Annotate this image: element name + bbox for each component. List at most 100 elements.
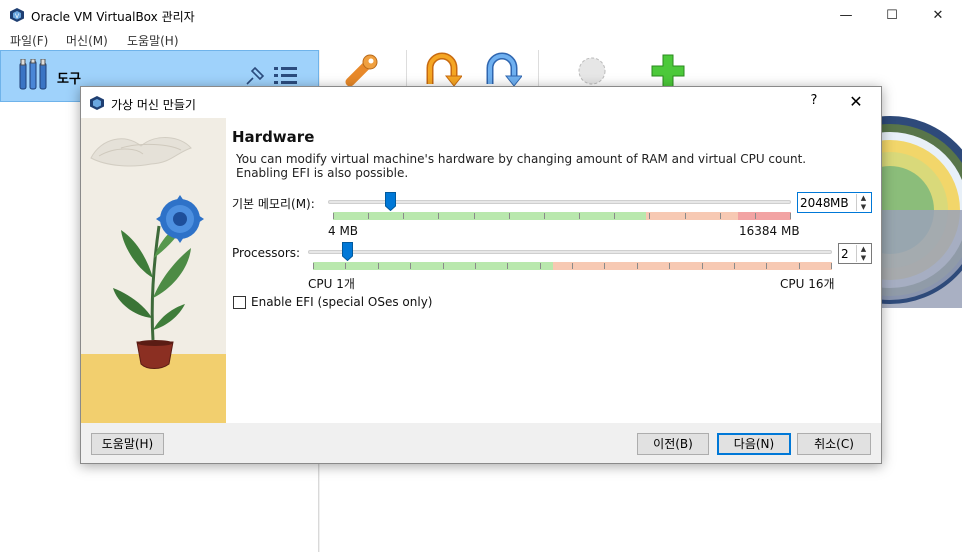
scale-tick [790, 213, 791, 219]
scale-tick [313, 263, 314, 269]
dialog-title: 가상 머신 만들기 [111, 98, 196, 112]
maximize-icon: ☐ [886, 7, 898, 23]
export-icon[interactable] [482, 52, 522, 90]
scale-tick [544, 213, 545, 219]
memory-scale-safe [333, 212, 646, 220]
scale-tick [378, 263, 379, 269]
memory-scale [333, 212, 791, 220]
memory-unit: MB [830, 196, 849, 210]
menu-file[interactable]: 파일(F) [10, 32, 48, 49]
memory-label: 기본 메모리(M): [232, 197, 315, 211]
scale-tick [410, 263, 411, 269]
toolbar-separator [406, 50, 407, 90]
toolbar-separator [538, 50, 539, 90]
processors-max-label: CPU 16개 [780, 277, 835, 291]
pin-icon[interactable] [244, 65, 266, 87]
sidebar-item-label: 도구 [57, 72, 81, 87]
scale-tick [649, 213, 650, 219]
processors-min-label: CPU 1개 [308, 277, 355, 291]
add-icon[interactable] [650, 52, 686, 90]
spin-down-icon[interactable]: ▼ [857, 254, 870, 262]
close-icon[interactable]: ✕ [841, 92, 871, 114]
scale-tick [799, 263, 800, 269]
spin-down-icon[interactable]: ▼ [857, 203, 870, 211]
page-description: You can modify virtual machine's hardwar… [236, 152, 836, 180]
memory-slider-handle[interactable] [385, 192, 396, 211]
memory-spinbox[interactable]: 2048 MB ▲ ▼ [797, 192, 872, 213]
welcome-illustration [880, 116, 962, 308]
efi-label[interactable]: Enable EFI (special OSes only) [251, 295, 432, 309]
scale-tick [572, 263, 573, 269]
memory-max-label: 16384 MB [739, 224, 800, 238]
scale-tick [685, 213, 686, 219]
close-icon: ✕ [932, 7, 944, 23]
scale-tick [474, 213, 475, 219]
processors-value[interactable]: 2 [841, 247, 849, 261]
scale-tick [831, 263, 832, 269]
preferences-icon[interactable] [342, 52, 382, 90]
menu-bar: 파일(F) 머신(M) 도움말(H) [0, 30, 962, 50]
processors-spinbox[interactable]: 2 ▲ ▼ [838, 243, 872, 264]
tools-icon [19, 59, 47, 90]
hardware-page: Hardware You can modify virtual machine'… [232, 118, 877, 423]
processors-slider-track[interactable] [308, 250, 832, 254]
scale-tick [345, 263, 346, 269]
scale-tick [403, 213, 404, 219]
help-button[interactable]: ? [799, 93, 829, 113]
scale-tick [637, 263, 638, 269]
menu-machine[interactable]: 머신(M) [66, 32, 108, 49]
memory-scale-danger [738, 212, 791, 220]
memory-spin-arrows: ▲ ▼ [856, 194, 870, 211]
menu-help[interactable]: 도움말(H) [127, 32, 179, 49]
scale-tick [766, 263, 767, 269]
spin-up-icon[interactable]: ▲ [857, 245, 870, 253]
memory-scale-warning [646, 212, 738, 220]
memory-slider-track[interactable] [328, 200, 791, 204]
new-machine-disabled-icon [578, 57, 606, 85]
scale-tick [509, 213, 510, 219]
scale-tick [734, 263, 735, 269]
back-button[interactable]: 이전(B) [637, 433, 709, 455]
next-button[interactable]: 다음(N) [717, 433, 791, 455]
memory-min-label: 4 MB [328, 224, 359, 238]
close-window-button[interactable]: ✕ [915, 0, 961, 30]
scale-tick [333, 213, 334, 219]
scale-tick [604, 263, 605, 269]
processors-label: Processors: [232, 246, 301, 260]
help-button[interactable]: 도움말(H) [91, 433, 164, 455]
scale-tick [507, 263, 508, 269]
spin-up-icon[interactable]: ▲ [857, 194, 870, 202]
list-menu-icon[interactable] [273, 65, 299, 87]
scale-tick [702, 263, 703, 269]
cancel-button[interactable]: 취소(C) [797, 433, 871, 455]
scale-tick [475, 263, 476, 269]
virtualbox-dialog-icon [90, 96, 104, 110]
description-line: Enabling EFI is also possible. [236, 166, 409, 180]
dialog-body: Hardware You can modify virtual machine'… [81, 118, 881, 423]
window-title: Oracle VM VirtualBox 관리자 [31, 10, 195, 24]
scale-tick [720, 213, 721, 219]
scale-tick [540, 263, 541, 269]
scale-tick [669, 263, 670, 269]
memory-value[interactable]: 2048 [800, 196, 831, 210]
minimize-icon: — [839, 7, 853, 23]
plant-illustration [81, 118, 226, 423]
minimize-button[interactable]: — [823, 0, 869, 30]
create-vm-dialog: 가상 머신 만들기 ? ✕ Hardware You can modify vi… [80, 86, 882, 464]
scale-tick [755, 213, 756, 219]
processors-scale-warning [553, 262, 832, 270]
scale-tick [579, 213, 580, 219]
import-icon[interactable] [422, 52, 462, 90]
page-heading: Hardware [232, 128, 315, 146]
virtualbox-app-icon: V [10, 8, 24, 22]
maximize-button[interactable]: ☐ [869, 0, 915, 30]
processors-scale [313, 262, 832, 270]
scale-tick [614, 213, 615, 219]
processors-spin-arrows: ▲ ▼ [856, 245, 870, 262]
scale-tick [368, 213, 369, 219]
efi-checkbox[interactable] [233, 296, 246, 309]
dialog-titlebar: 가상 머신 만들기 ? ✕ [81, 87, 881, 118]
description-line: You can modify virtual machine's hardwar… [236, 152, 807, 166]
processors-slider-handle[interactable] [342, 242, 353, 261]
processors-scale-safe [313, 262, 553, 270]
